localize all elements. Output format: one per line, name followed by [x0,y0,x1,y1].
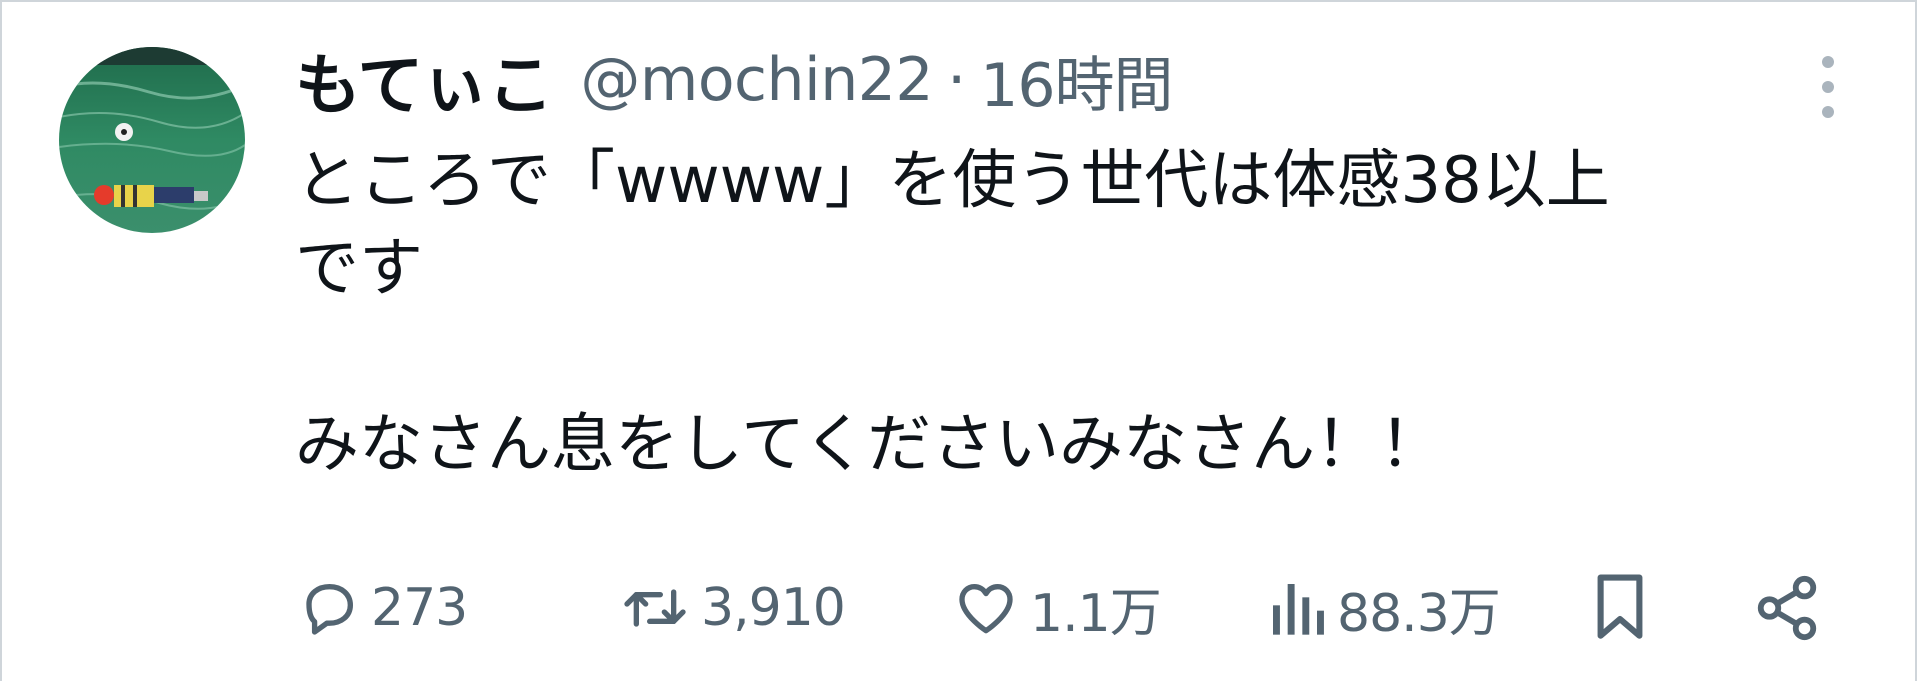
retweet-button[interactable]: 3,910 [619,568,846,648]
separator-dot: · [947,45,967,115]
more-vertical-icon[interactable] [1808,52,1848,122]
share-icon [1752,573,1822,643]
reply-icon [297,576,361,640]
heart-icon [952,576,1020,640]
retweet-icon [619,576,691,640]
tweet-text-line: ところで「wwww」を使う世代は体感38以上 [295,144,1610,218]
tweet-card: もてぃこ @mochin22 · 16時間 ところで「wwww」を使う世代は体感… [0,0,1917,681]
reply-button[interactable]: 273 [297,568,468,648]
tweet-text-line: みなさん息をしてくださいみなさん！！ [295,408,1444,482]
avatar[interactable] [59,47,245,233]
tweet-text: ところで「wwww」を使う世代は体感38以上 です みなさん息をしてくださいみな… [295,137,1855,489]
reply-count: 273 [371,578,468,638]
user-handle[interactable]: @mochin22 [580,45,933,115]
tweet-header: もてぃこ @mochin22 · 16時間 [295,40,1174,124]
action-bar: 273 3,910 1.1万 88.3万 [297,568,1877,648]
bookmark-button[interactable] [1589,568,1651,648]
display-name[interactable]: もてぃこ [295,32,553,128]
retweet-count: 3,910 [701,578,846,638]
share-button[interactable] [1752,568,1822,648]
views-button[interactable]: 88.3万 [1267,568,1501,648]
like-count: 1.1万 [1030,583,1162,644]
like-button[interactable]: 1.1万 [952,568,1162,648]
bookmark-icon [1589,572,1651,644]
views-icon [1267,576,1327,640]
tweet-text-line: です [295,232,423,306]
timestamp[interactable]: 16時間 [980,37,1173,124]
views-count: 88.3万 [1337,583,1501,644]
